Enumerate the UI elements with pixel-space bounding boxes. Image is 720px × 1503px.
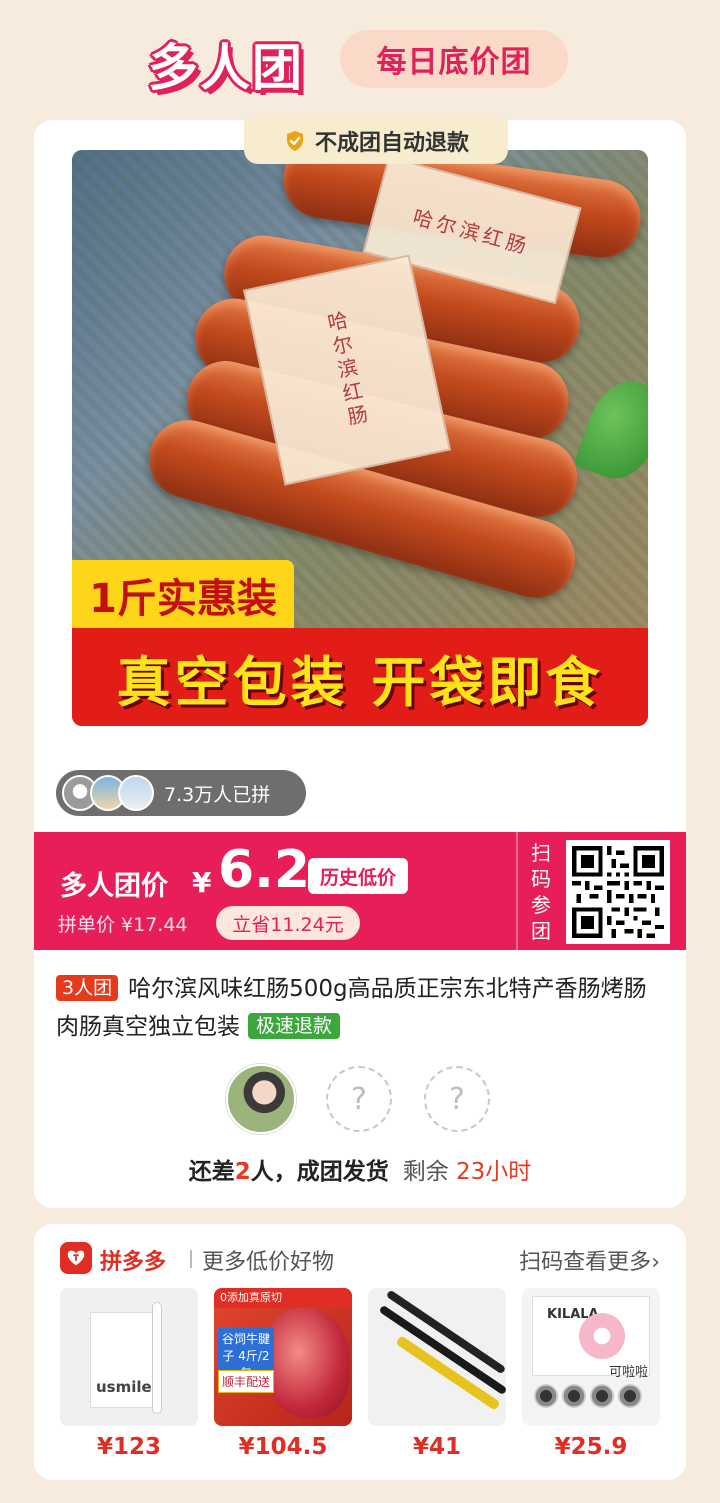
product-item[interactable]: usmile ¥123 <box>60 1288 198 1460</box>
toothbrush-shape <box>152 1302 162 1414</box>
pinduoduo-logo-icon <box>60 1242 92 1274</box>
product-price: ¥123 <box>96 1434 161 1460</box>
wiper-shape <box>385 1289 506 1375</box>
lens-samples <box>534 1384 648 1408</box>
refund-badge-text: 不成团自动退款 <box>314 131 469 156</box>
group-size-tag: 3人团 <box>56 975 119 1001</box>
qr-code-icon <box>572 846 664 938</box>
group-status: 还差2人，成团发货 剩余 23小时 <box>34 1152 686 1186</box>
product-title-text: 哈尔滨风味红肠500g高品质正宗东北特产香肠烤肠肉肠真空独立包装 <box>56 976 647 1040</box>
wiper-blade-image <box>368 1288 506 1426</box>
status-missing-count: 2 <box>234 1159 251 1185</box>
brand-title: 多人团 <box>148 39 304 97</box>
remaining-time: 23小时 <box>456 1159 532 1185</box>
product-card: 不成团自动退款 哈尔滨红肠 哈尔滨红肠 1斤实惠装 真空包装 开袋即食 7.3万… <box>34 118 686 1208</box>
beef-shank-image: 0添加真原切 谷饲牛腱子 4斤/2包 顺丰配送 <box>214 1288 352 1426</box>
product-price: ¥25.9 <box>554 1434 628 1460</box>
status-prefix: 还差 <box>188 1159 235 1185</box>
pinduoduo-brand-text: 拼多多 <box>100 1250 167 1275</box>
qr-code[interactable] <box>566 840 670 944</box>
lens-cn-name: 可啦啦 <box>609 1365 649 1380</box>
beef-shipping-tag: 顺丰配送 <box>218 1370 274 1393</box>
lens-sample <box>590 1384 614 1408</box>
fast-refund-tag: 极速退款 <box>248 1013 341 1039</box>
divider <box>190 1250 192 1268</box>
scan-view-more-text: 扫码查看更多 <box>519 1250 652 1275</box>
lens-sample <box>534 1384 558 1408</box>
electric-toothbrush-image: usmile <box>60 1288 198 1426</box>
lens-circle <box>579 1313 625 1359</box>
product-price: ¥41 <box>412 1434 461 1460</box>
product-item[interactable]: 0添加真原切 谷饲牛腱子 4斤/2包 顺丰配送 ¥104.5 <box>214 1288 352 1460</box>
empty-member-slot[interactable]: ? <box>326 1066 392 1132</box>
toothbrush-brand: usmile <box>96 1378 152 1396</box>
scan-view-more-link[interactable]: 扫码查看更多› <box>519 1244 660 1276</box>
wiper-shape <box>378 1304 506 1396</box>
daily-low-price-pill[interactable]: 每日底价团 <box>340 30 568 88</box>
lens-sample <box>618 1384 642 1408</box>
product-title[interactable]: 3人团 哈尔滨风味红肠500g高品质正宗东北特产香肠烤肠肉肠真空独立包装 极速退款 <box>56 970 656 1046</box>
save-amount-tag: 立省11.24元 <box>216 906 360 940</box>
history-low-tag: 历史低价 <box>308 858 408 894</box>
empty-member-slot[interactable]: ? <box>424 1066 490 1132</box>
refund-badge: 不成团自动退款 <box>244 118 508 164</box>
group-price-value: 6.2 <box>218 840 311 900</box>
product-image[interactable]: 哈尔滨红肠 哈尔滨红肠 1斤实惠装 真空包装 开袋即食 <box>72 150 648 726</box>
joined-count-text: 7.3万人已拼 <box>164 783 271 806</box>
scan-char: 团 <box>531 919 551 943</box>
avatar <box>118 775 154 811</box>
image-banner-vacuum: 真空包装 开袋即食 <box>72 628 648 726</box>
product-grid: usmile ¥123 0添加真原切 谷饲牛腱子 4斤/2包 顺丰配送 ¥104… <box>60 1288 660 1464</box>
status-suffix: 人，成团发货 <box>250 1159 389 1185</box>
chevron-right-icon: › <box>651 1250 660 1275</box>
scan-char: 扫 <box>531 841 551 865</box>
product-item[interactable]: ¥41 <box>368 1288 506 1460</box>
member-avatar <box>226 1064 296 1134</box>
scan-to-join-text: 扫 码 参 团 <box>528 840 554 944</box>
lens-sample <box>562 1384 586 1408</box>
image-banner-value-pack: 1斤实惠装 <box>72 560 294 630</box>
divider <box>516 832 518 950</box>
more-products-card: 拼多多 更多低价好物 扫码查看更多› usmile ¥123 0添加真原切 谷饲… <box>34 1224 686 1480</box>
product-price: ¥104.5 <box>238 1434 328 1460</box>
page-header: 多人团 每日底价团 <box>0 24 720 97</box>
contact-lens-image: KILALA 可啦啦 <box>522 1288 660 1426</box>
scan-char: 码 <box>531 867 551 891</box>
group-price-label: 多人团价 <box>60 871 168 902</box>
product-item[interactable]: KILALA 可啦啦 ¥25.9 <box>522 1288 660 1460</box>
price-banner: 多人团价 ¥ 6.2 历史低价 拼单价 ¥17.44 立省11.24元 扫 码 … <box>34 832 686 950</box>
group-members: ? ? <box>34 1064 686 1136</box>
currency-symbol: ¥ <box>192 866 212 899</box>
lens-box: KILALA 可啦啦 <box>532 1296 650 1380</box>
shield-check-icon <box>283 129 307 153</box>
more-products-text: 更多低价好物 <box>202 1250 335 1275</box>
beef-shape <box>264 1308 350 1418</box>
more-products-header: 拼多多 更多低价好物 扫码查看更多› <box>60 1242 660 1276</box>
joined-count-pill: 7.3万人已拼 <box>56 770 306 816</box>
scan-char: 参 <box>531 893 551 917</box>
remaining-label: 剩余 <box>402 1159 449 1185</box>
single-price: 拼单价 ¥17.44 <box>58 914 188 936</box>
beef-top-text: 0添加真原切 <box>214 1288 352 1308</box>
